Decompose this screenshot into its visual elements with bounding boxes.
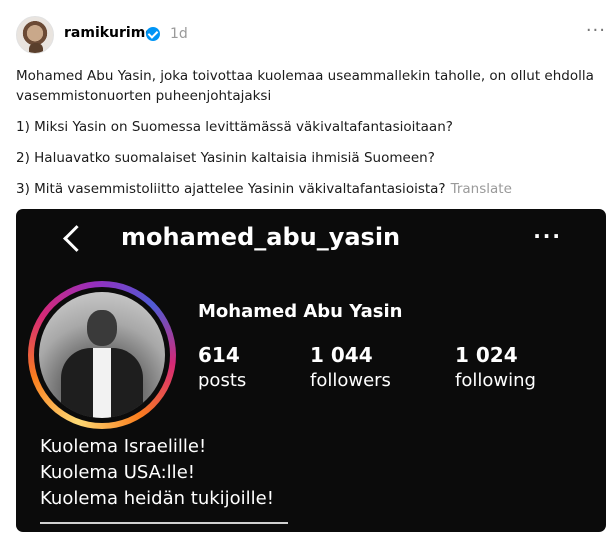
post-timestamp[interactable]: 1d (170, 26, 188, 42)
stat-followers-label: followers (310, 370, 391, 391)
verified-badge-icon (146, 27, 160, 41)
profile-more-icon: ··· (533, 224, 562, 248)
stat-following: 1 024 following (455, 343, 536, 391)
stat-posts-value: 614 (198, 343, 240, 367)
stat-followers-value: 1 044 (310, 343, 373, 367)
profile-bio: Kuolema Israelille! Kuolema USA:lle! Kuo… (40, 434, 274, 512)
profile-photo (39, 292, 165, 418)
post-paragraph: 1) Miksi Yasin on Suomessa levittämässä … (16, 119, 453, 135)
embedded-profile-screenshot[interactable]: mohamed_abu_yasin ··· Mohamed Abu Yasin … (16, 209, 606, 532)
post-paragraph: 2) Haluavatko suomalaiset Yasinin kaltai… (16, 150, 435, 166)
post-paragraph-text: 3) Mitä vasemmistoliitto ajattelee Yasin… (16, 181, 446, 197)
post-paragraph: Mohamed Abu Yasin, joka toivottaa kuolem… (16, 68, 594, 104)
post-paragraph-last: 3) Mitä vasemmistoliitto ajattelee Yasin… (16, 179, 601, 199)
bio-divider (40, 522, 288, 524)
bio-line: Kuolema heidän tukijoille! (40, 488, 274, 509)
stat-following-value: 1 024 (455, 343, 518, 367)
profile-display-name: Mohamed Abu Yasin (198, 301, 403, 322)
story-ring (28, 281, 176, 429)
translate-link[interactable]: Translate (451, 181, 512, 197)
post-header: ramikurimo 1d ··· (16, 16, 606, 54)
back-arrow-icon (59, 225, 73, 239)
photo-shirt (93, 348, 111, 418)
stat-followers: 1 044 followers (310, 343, 391, 391)
profile-handle: mohamed_abu_yasin (121, 223, 401, 251)
author-username[interactable]: ramikurimo (64, 25, 155, 41)
stat-following-label: following (455, 370, 536, 391)
more-options-icon[interactable]: ··· (586, 22, 606, 40)
post-body: Mohamed Abu Yasin, joka toivottaa kuolem… (16, 66, 601, 210)
stat-posts: 614 posts (198, 343, 246, 391)
bio-line: Kuolema Israelille! (40, 436, 207, 457)
stat-posts-label: posts (198, 370, 247, 391)
bio-line: Kuolema USA:lle! (40, 462, 195, 483)
photo-head (87, 310, 117, 346)
author-avatar[interactable] (16, 16, 54, 54)
